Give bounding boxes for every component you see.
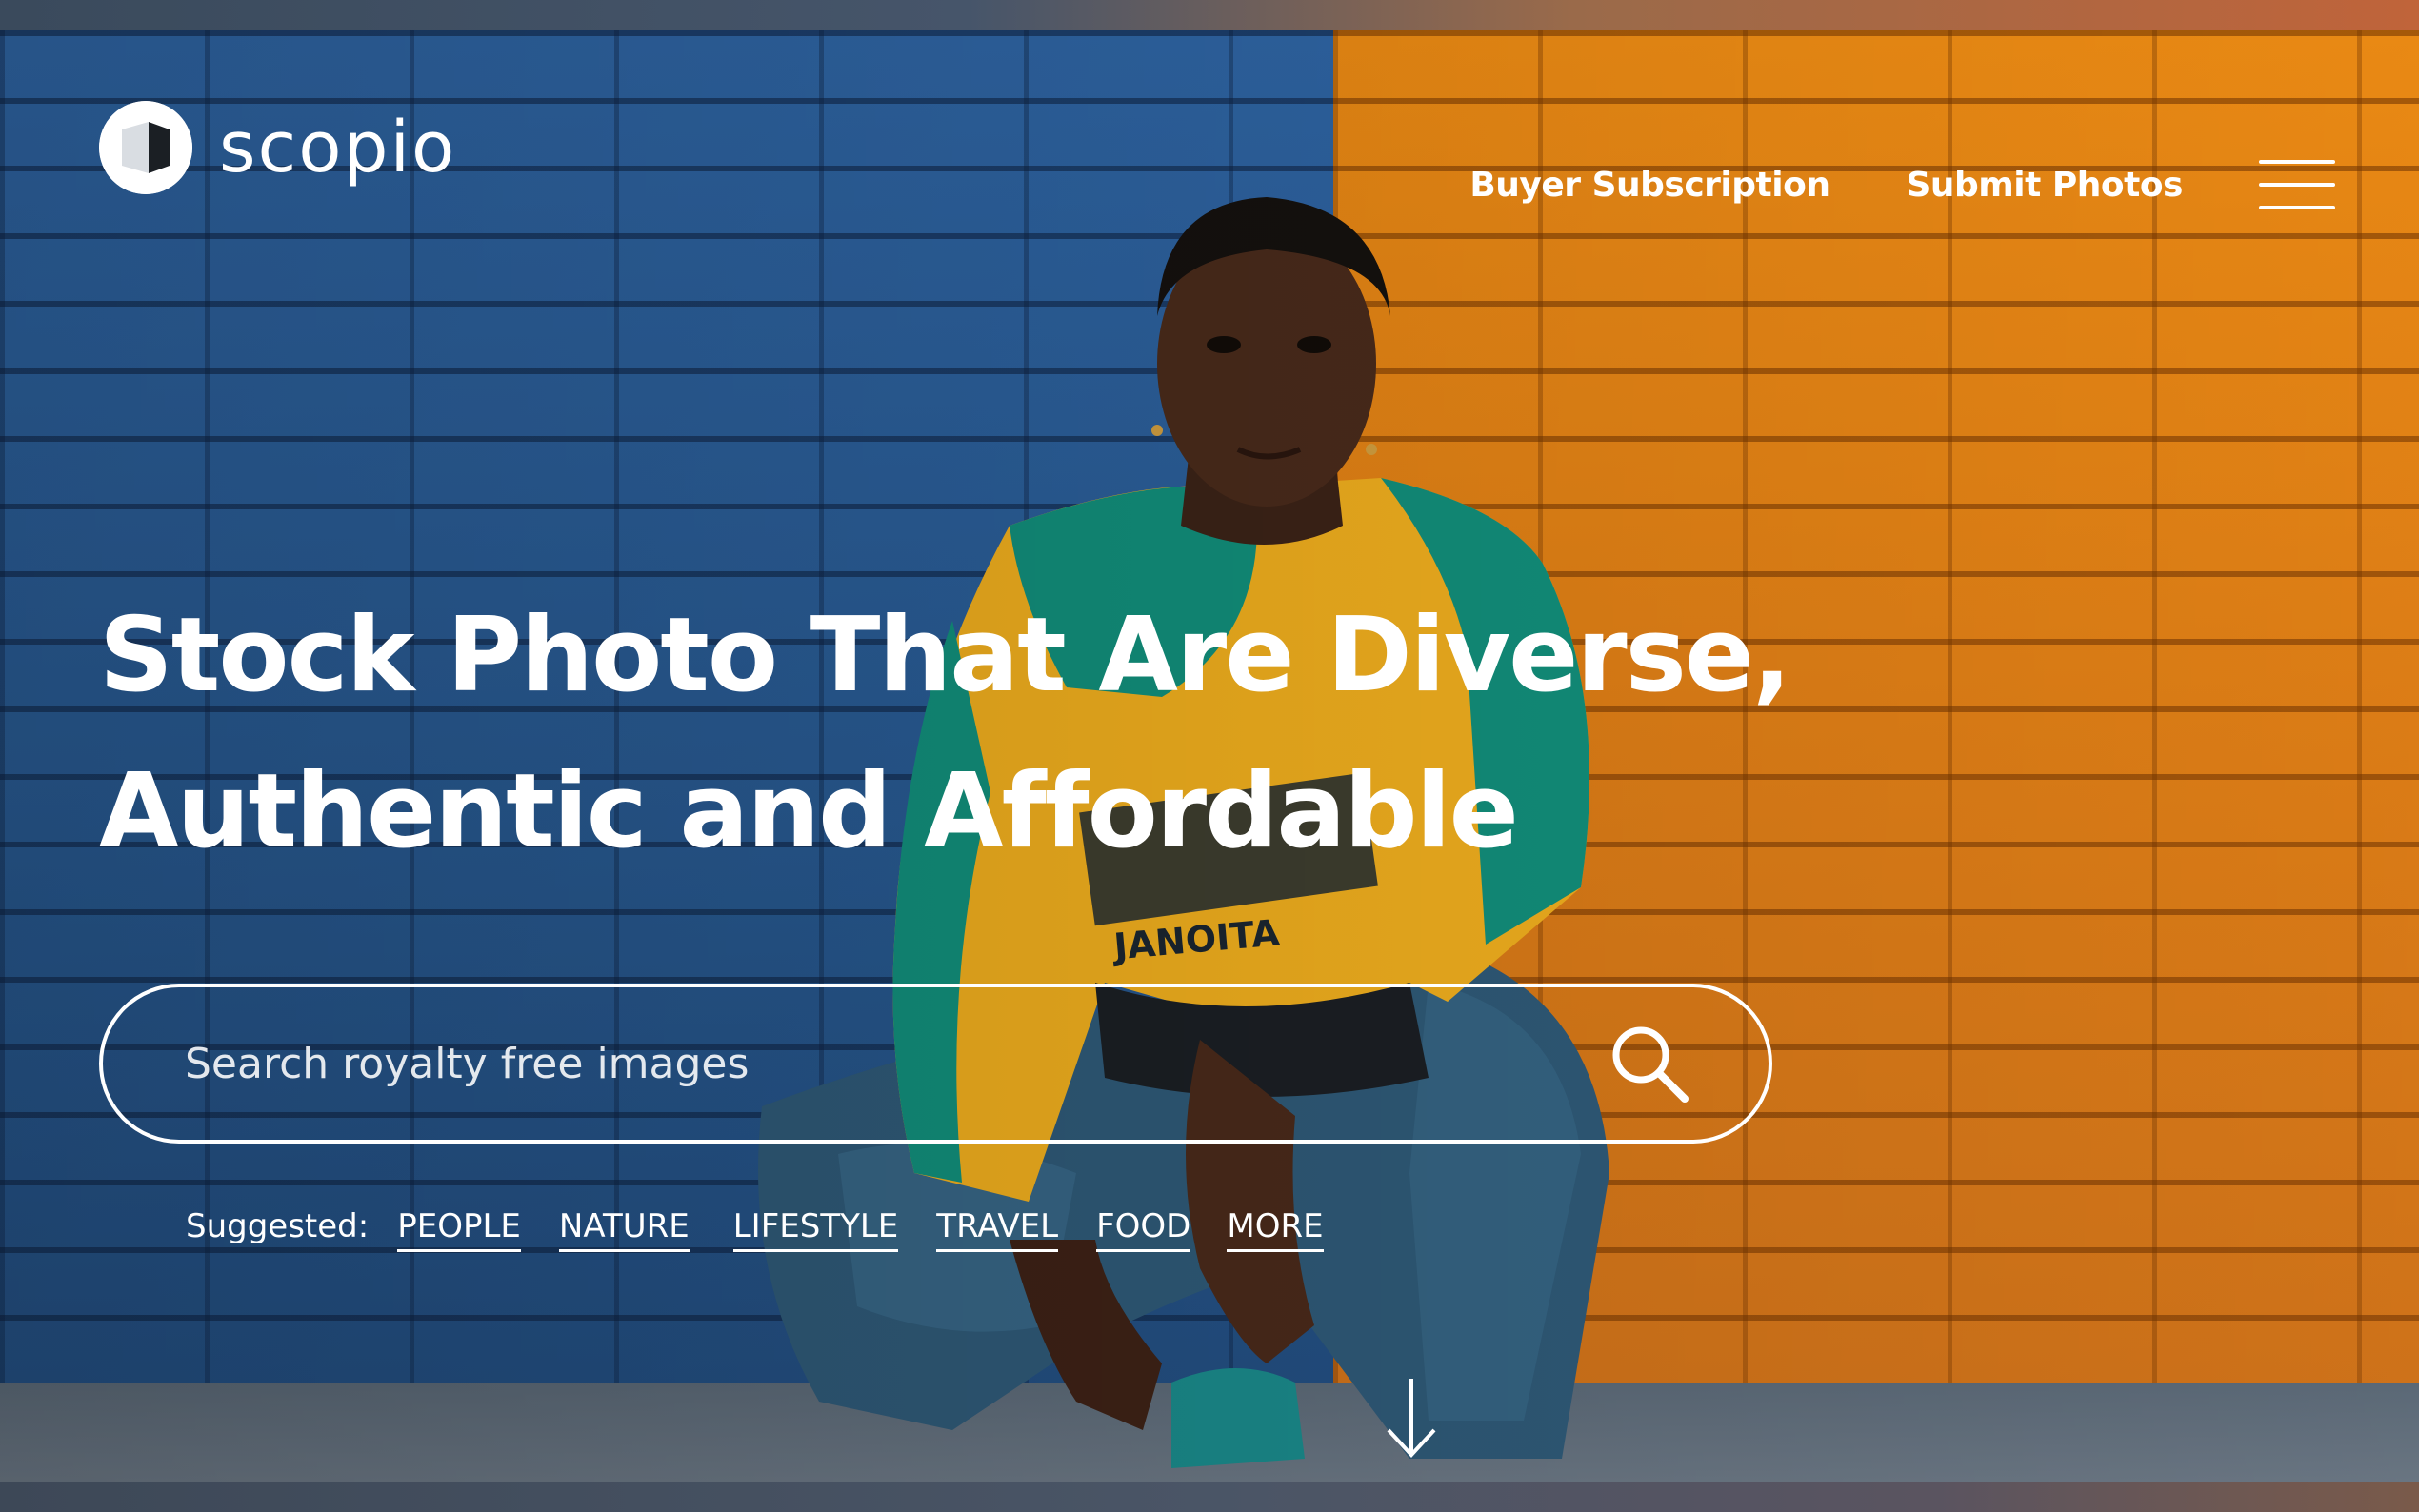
hero-section: JANOITA [0,30,2419,1482]
menu-line [2259,160,2335,164]
brand-logo[interactable]: scopio [99,101,456,194]
search-bar [99,984,1772,1144]
arrow-down-icon[interactable] [1383,1375,1440,1461]
tag-more[interactable]: MORE [1227,1207,1324,1252]
page-frame: JANOITA [0,0,2419,1512]
nav-link-buyer-subscription[interactable]: Buyer Subscription [1469,166,1830,205]
tag-food[interactable]: FOOD [1096,1207,1191,1252]
menu-line [2259,183,2335,187]
top-nav: Buyer Subscription Submit Photos [1469,160,2335,209]
suggested-label: Suggested: [186,1207,370,1245]
menu-line [2259,206,2335,209]
tag-travel[interactable]: TRAVEL [936,1207,1059,1252]
search-input[interactable] [183,1038,1597,1089]
headline-line-2: Authentic and Affordable [99,752,1519,871]
scopio-logo-icon [99,101,192,194]
tag-nature[interactable]: NATURE [558,1207,690,1252]
headline-line-1: Stock Photo That Are Diverse, [99,596,1791,715]
search-button[interactable] [1597,1011,1702,1116]
hamburger-menu-icon[interactable] [2259,160,2335,209]
bottom-edge-strip [0,1482,2419,1512]
hero-headline: Stock Photo That Are Diverse, Authentic … [99,578,1870,890]
search-icon [1612,1026,1689,1103]
top-edge-strip [0,0,2419,30]
suggested-tags: Suggested: PEOPLE NATURE LIFESTYLE TRAVE… [186,1207,1362,1252]
tag-people[interactable]: PEOPLE [397,1207,521,1252]
nav-link-submit-photos[interactable]: Submit Photos [1906,166,2183,205]
tag-lifestyle[interactable]: LIFESTYLE [732,1207,899,1252]
brand-name: scopio [219,107,457,189]
